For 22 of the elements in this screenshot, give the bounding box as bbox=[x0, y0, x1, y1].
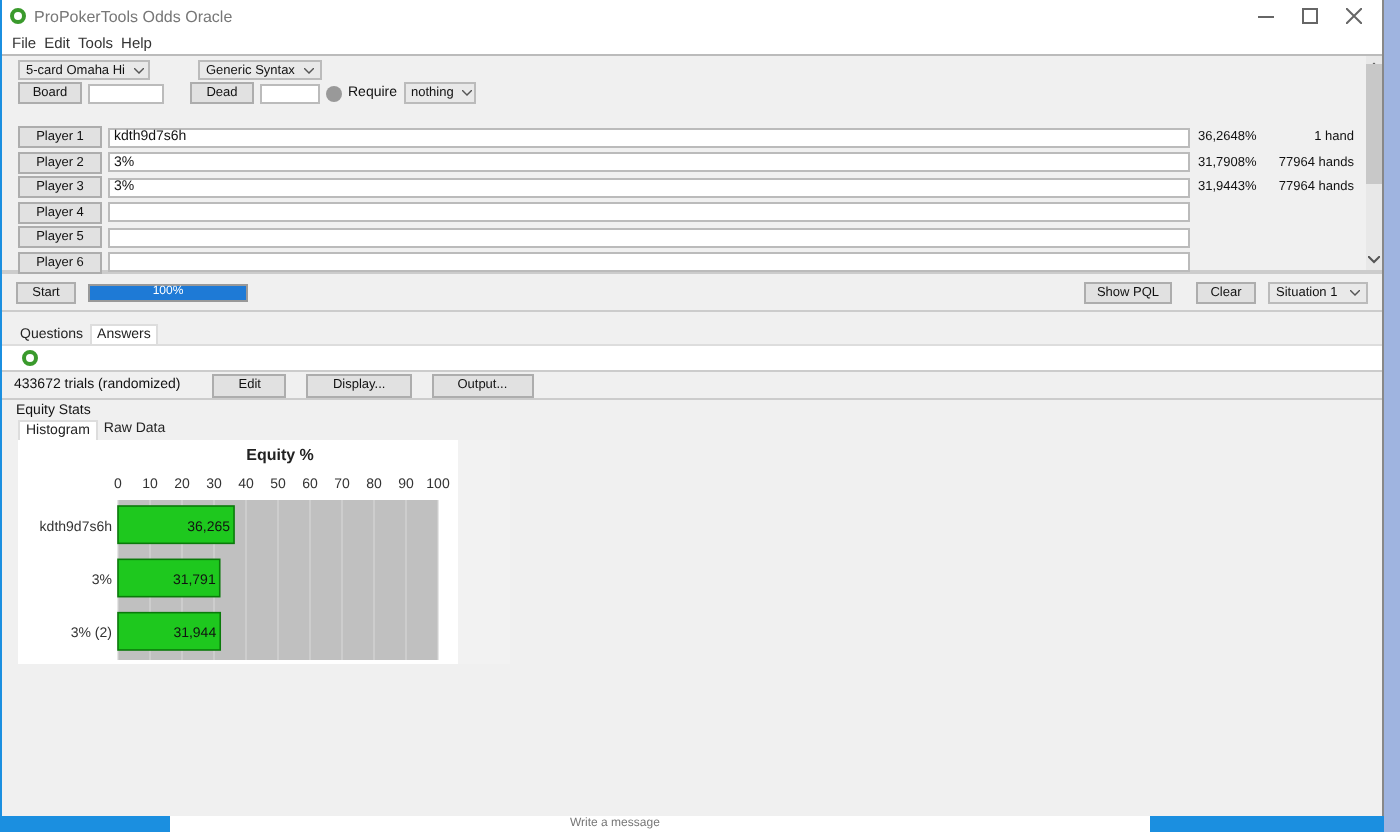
scroll-down-icon[interactable] bbox=[1368, 256, 1380, 264]
window-title: ProPokerTools Odds Oracle bbox=[34, 7, 235, 25]
equity-bar bbox=[117, 611, 221, 651]
caret-icon bbox=[1350, 289, 1360, 295]
chart-title: Equity % bbox=[246, 446, 314, 464]
close-icon[interactable] bbox=[1346, 8, 1362, 24]
app-logo-icon bbox=[10, 8, 26, 24]
hand-range-field[interactable] bbox=[108, 252, 1190, 272]
scrollbar[interactable] bbox=[1366, 56, 1382, 270]
minimize-icon[interactable] bbox=[1258, 15, 1274, 17]
board-field[interactable] bbox=[88, 83, 164, 103]
ring-icon bbox=[22, 350, 38, 366]
maximize-icon[interactable] bbox=[1302, 8, 1318, 24]
caret-icon bbox=[133, 67, 143, 73]
hand-range-field[interactable] bbox=[108, 202, 1190, 222]
equity-bar bbox=[117, 505, 235, 545]
caret-icon bbox=[304, 67, 314, 73]
status-dot-icon bbox=[326, 85, 342, 101]
equity-bar bbox=[117, 558, 221, 598]
caret-icon bbox=[461, 90, 472, 96]
dead-field[interactable] bbox=[260, 83, 320, 103]
hand-range-field[interactable] bbox=[108, 227, 1190, 247]
